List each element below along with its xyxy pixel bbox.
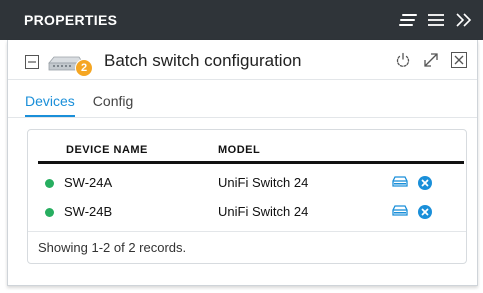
tab-devices[interactable]: Devices [25,93,75,117]
collapse-icon[interactable] [25,55,39,69]
device-name[interactable]: SW-24A [64,175,112,190]
column-header-model[interactable]: MODEL [218,144,260,156]
panel-tabs: Devices Config [25,93,133,117]
table-footer-divider [28,231,466,232]
panel-title-row: 2 Batch switch configuration [8,40,477,80]
properties-header: PROPERTIES [0,0,483,40]
table-row[interactable]: SW-24A UniFi Switch 24 [38,170,464,196]
device-locate-icon[interactable] [392,175,408,189]
panel-title: Batch switch configuration [104,51,302,70]
devices-table: DEVICE NAME MODEL SW-24A UniFi Switch 24… [27,129,467,264]
selection-count-badge: 2 [75,59,93,77]
header-tools [399,0,473,40]
remove-icon[interactable] [417,204,433,220]
device-locate-icon[interactable] [392,204,408,218]
power-icon[interactable] [395,52,411,68]
expand-icon[interactable] [423,52,439,68]
properties-panel: 2 Batch switch configuration Devices Con… [7,40,478,286]
text-align-icon[interactable] [399,11,417,29]
panel-title-tools [395,52,467,68]
table-row[interactable]: SW-24B UniFi Switch 24 [38,199,464,225]
double-chevron-right-icon[interactable] [455,11,473,29]
status-online-icon [45,179,54,188]
tabs-divider [8,117,477,118]
close-icon[interactable] [451,52,467,68]
records-summary: Showing 1-2 of 2 records. [38,240,187,255]
table-header: DEVICE NAME MODEL [38,144,464,164]
header-title: PROPERTIES [24,12,118,28]
device-name[interactable]: SW-24B [64,204,112,219]
device-model: UniFi Switch 24 [218,175,309,190]
status-online-icon [45,208,54,217]
remove-icon[interactable] [417,175,433,191]
device-model: UniFi Switch 24 [218,204,309,219]
tab-config[interactable]: Config [93,93,133,117]
menu-icon[interactable] [427,11,445,29]
column-header-device-name[interactable]: DEVICE NAME [66,144,148,156]
